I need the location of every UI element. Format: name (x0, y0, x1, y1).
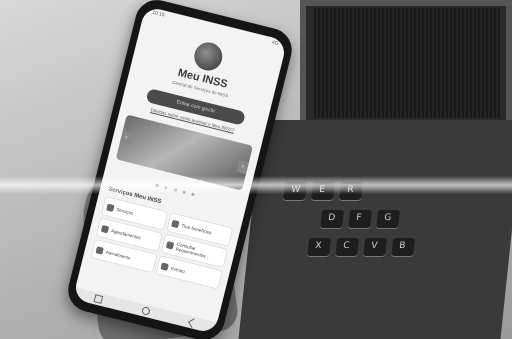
key-label: G (383, 213, 392, 223)
key: F (348, 210, 373, 228)
service-label: Atendimento (105, 249, 132, 261)
key-label: V (370, 241, 378, 251)
key: V (363, 238, 388, 256)
services-grid: Serviços Tirar benefícios Agendamentos C… (91, 196, 233, 289)
banner-next-icon[interactable]: › (236, 160, 249, 175)
inss-logo-icon (191, 39, 226, 74)
banner-prev-icon[interactable]: ‹ (119, 130, 133, 146)
receipt-icon (160, 261, 170, 271)
search-icon (165, 240, 175, 250)
home-icon[interactable] (140, 305, 151, 316)
wallet-icon (171, 219, 180, 228)
photo: W E R X C V D F G B 10:15 4G Meu INSS Ce… (0, 0, 512, 339)
screen-glare (0, 176, 512, 194)
service-label: Serviços (116, 206, 135, 216)
key: B (391, 238, 416, 256)
key-label: C (342, 241, 351, 251)
key-label: X (314, 241, 322, 251)
calendar-icon (100, 224, 110, 233)
status-signal: 4G (271, 39, 280, 47)
service-label: Extrato (170, 265, 186, 274)
key-label: F (355, 213, 362, 223)
status-time: 10:15 (151, 9, 166, 19)
key: X (307, 238, 332, 256)
laptop-display (314, 8, 500, 118)
key: C (335, 238, 360, 256)
service-label: Agendamentos (110, 227, 142, 240)
key-label: D (327, 213, 336, 223)
key: D (320, 210, 345, 228)
back-icon[interactable] (187, 317, 198, 328)
keyboard: W E R X C V D F G B (238, 120, 512, 339)
service-label: Tirar benefícios (181, 222, 213, 235)
laptop-screen (300, 0, 512, 128)
key: G (376, 210, 401, 228)
key-label: B (398, 241, 406, 251)
service-label: Consultar Requerimentos (175, 241, 207, 259)
person-icon (95, 245, 105, 255)
recent-apps-icon[interactable] (93, 294, 103, 304)
document-icon (106, 203, 115, 212)
